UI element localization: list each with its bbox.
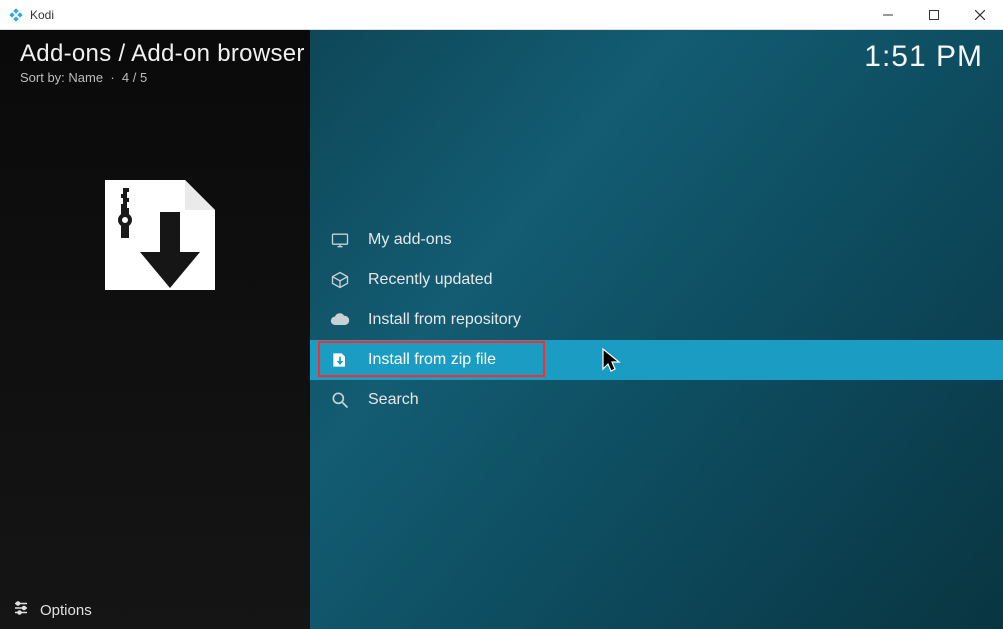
header-subline: Sort by: Name · 4 / 5: [20, 70, 305, 85]
mouse-cursor-icon: [600, 347, 622, 375]
box-icon: [330, 270, 350, 290]
options-button[interactable]: Options: [12, 599, 92, 621]
sort-label[interactable]: Sort by: Name: [20, 70, 103, 85]
maximize-button[interactable]: [911, 0, 957, 30]
options-icon: [12, 599, 30, 621]
cloud-icon: [330, 310, 350, 330]
window-titlebar: Kodi: [0, 0, 1003, 30]
menu-item-label: My add-ons: [368, 231, 452, 249]
menu-list: My add-ons Recently updated Install from…: [310, 30, 1003, 629]
monitor-icon: [330, 230, 350, 250]
menu-item-label: Install from repository: [368, 311, 521, 329]
app-icon: [8, 7, 24, 23]
menu-item-install-repository[interactable]: Install from repository: [310, 300, 1003, 340]
options-label: Options: [40, 602, 92, 619]
menu-item-label: Install from zip file: [368, 351, 496, 369]
minimize-button[interactable]: [865, 0, 911, 30]
zip-download-icon: [85, 170, 225, 300]
selection-thumbnail: [0, 170, 310, 300]
list-position: 4 / 5: [122, 70, 147, 85]
header: Add-ons / Add-on browser Sort by: Name ·…: [20, 40, 983, 85]
close-button[interactable]: [957, 0, 1003, 30]
menu-item-label: Recently updated: [368, 271, 493, 289]
menu-item-install-zip[interactable]: Install from zip file: [310, 340, 1003, 380]
menu-item-label: Search: [368, 391, 419, 409]
window-controls: [865, 0, 1003, 30]
clock: 1:51 PM: [864, 40, 983, 74]
window-title: Kodi: [30, 8, 54, 22]
search-icon: [330, 390, 350, 410]
app-body: Add-ons / Add-on browser Sort by: Name ·…: [0, 30, 1003, 629]
zip-install-icon: [330, 350, 350, 370]
menu-item-recently-updated[interactable]: Recently updated: [310, 260, 1003, 300]
breadcrumb: Add-ons / Add-on browser: [20, 40, 305, 68]
menu-item-my-addons[interactable]: My add-ons: [310, 220, 1003, 260]
left-panel: Options: [0, 30, 310, 629]
menu-item-search[interactable]: Search: [310, 380, 1003, 420]
